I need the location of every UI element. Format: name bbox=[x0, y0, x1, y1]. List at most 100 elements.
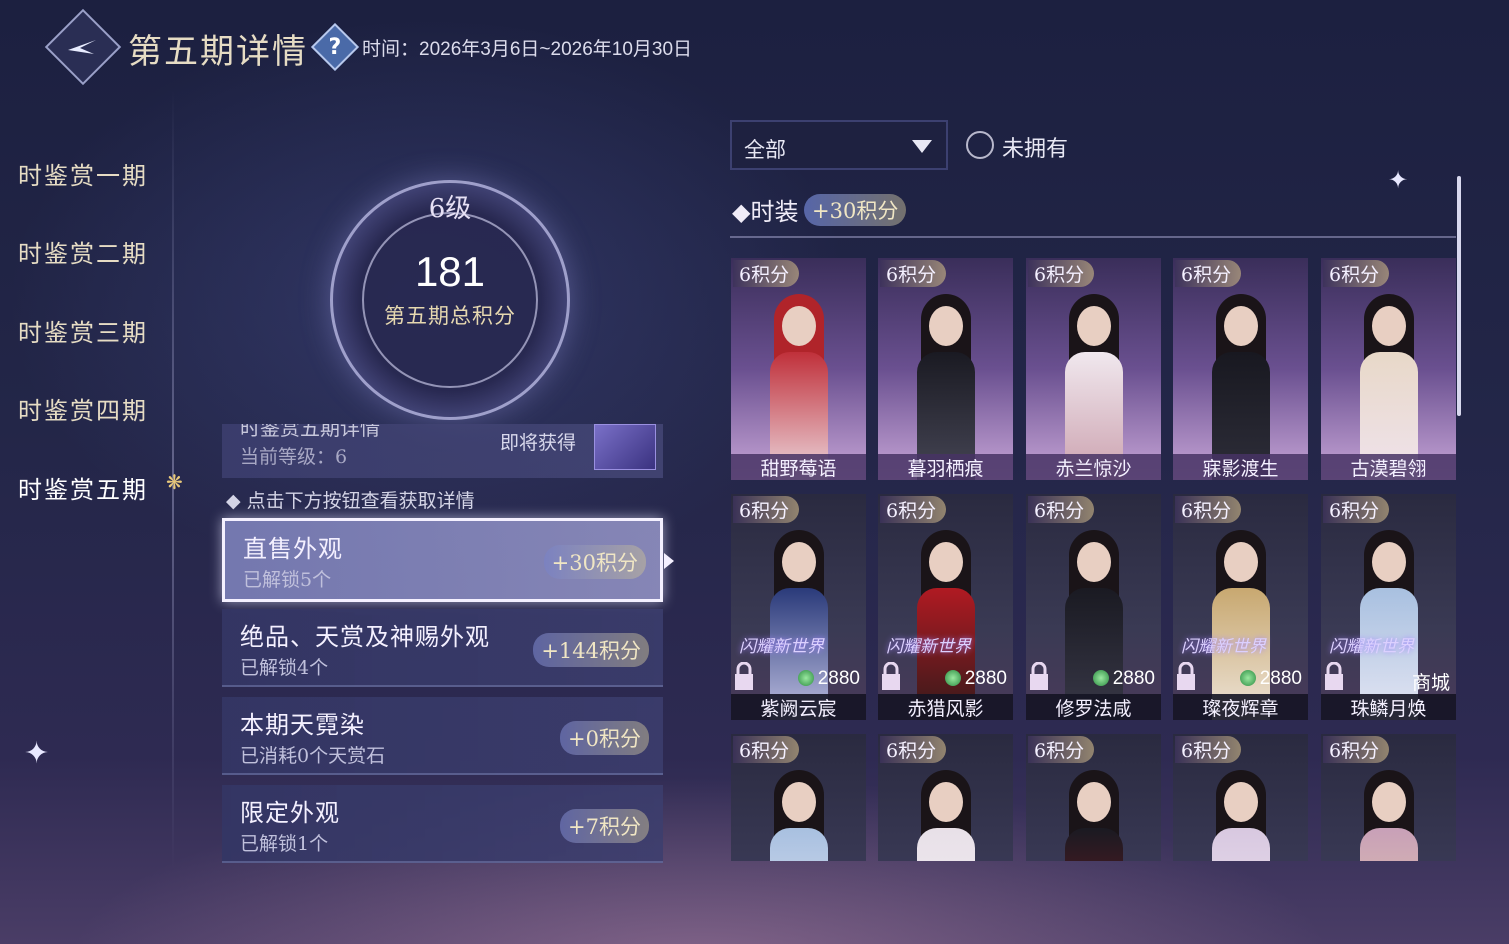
promo-label: 闪耀新世界 bbox=[886, 637, 971, 657]
level-label: 6级 bbox=[428, 194, 472, 224]
period-detail-card[interactable]: 时鉴赏五期详情 当前等级：6 即将获得 bbox=[222, 424, 663, 478]
points-badge: 6积分 bbox=[880, 736, 947, 763]
sidebar-item-period-4[interactable]: 时鉴赏四期 bbox=[18, 391, 148, 426]
outfit-name: 修罗法咸 bbox=[1026, 694, 1161, 720]
points-badge: 6积分 bbox=[733, 496, 800, 523]
outfit-name: 古漠碧翎 bbox=[1321, 454, 1456, 480]
jade-currency-icon bbox=[1092, 670, 1109, 686]
price: 商城 bbox=[1411, 673, 1450, 694]
outfit-figure bbox=[768, 768, 830, 861]
outfit-card[interactable]: 6积分 bbox=[1321, 734, 1456, 861]
lock-icon bbox=[1177, 662, 1195, 690]
selected-arrow-icon bbox=[664, 553, 674, 569]
promo-label: 闪耀新世界 bbox=[1329, 637, 1414, 657]
sidebar-item-period-2[interactable]: 时鉴赏二期 bbox=[18, 234, 148, 269]
outfit-figure bbox=[768, 292, 830, 480]
outfit-figure bbox=[1358, 768, 1420, 861]
outfit-card[interactable]: 6积分 暮羽栖痕 bbox=[878, 258, 1013, 480]
sidebar-item-period-5[interactable]: 时鉴赏五期 bbox=[18, 470, 148, 505]
current-level: 当前等级：6 bbox=[240, 446, 348, 468]
category-limited[interactable]: 限定外观 已解锁1个 +7积分 bbox=[222, 785, 663, 863]
help-icon[interactable]: ? bbox=[310, 22, 360, 72]
price: 2880 bbox=[1239, 668, 1302, 690]
outfit-card[interactable]: 6积分 赤兰惊沙 bbox=[1026, 258, 1161, 480]
category-points: +7积分 bbox=[560, 809, 649, 843]
points-badge: 6积分 bbox=[1028, 260, 1095, 287]
category-dye[interactable]: 本期天霓染 已消耗0个天赏石 +0积分 bbox=[222, 697, 663, 775]
upcoming-label: 即将获得 bbox=[500, 432, 577, 454]
promo-label: 闪耀新世界 bbox=[1181, 637, 1266, 657]
category-direct-sale[interactable]: 直售外观 已解锁5个 +30积分 bbox=[222, 518, 663, 602]
outfit-name: 紫阙云宸 bbox=[731, 694, 866, 720]
points-badge: 6积分 bbox=[1175, 736, 1242, 763]
outfit-card[interactable]: 6积分 bbox=[878, 734, 1013, 861]
total-points-label: 第五期总积分 bbox=[384, 304, 516, 328]
points-badge: 6积分 bbox=[1323, 736, 1390, 763]
outfit-card[interactable]: 6积分 bbox=[1026, 734, 1161, 861]
outfit-figure bbox=[1358, 292, 1420, 480]
outfit-card[interactable]: 6积分 古漠碧翎 bbox=[1321, 258, 1456, 480]
points-badge: 6积分 bbox=[1323, 496, 1390, 523]
points-badge: 6积分 bbox=[880, 260, 947, 287]
reward-thumbnail[interactable] bbox=[594, 424, 656, 470]
outfit-name: 珠鳞月焕 bbox=[1321, 694, 1456, 720]
lock-icon bbox=[882, 662, 900, 690]
outfit-card[interactable]: 6积分 闪耀新世界 商城 珠鳞月焕 bbox=[1321, 494, 1456, 720]
filter-selected: 全部 bbox=[744, 138, 786, 162]
outfit-figure bbox=[1358, 528, 1420, 720]
chevron-down-icon bbox=[912, 140, 932, 153]
lock-icon bbox=[1325, 662, 1343, 690]
sidebar-item-period-1[interactable]: 时鉴赏一期 bbox=[18, 156, 148, 191]
outfit-card[interactable]: 6积分 甜野莓语 bbox=[731, 258, 866, 480]
category-title: 限定外观 bbox=[240, 799, 340, 827]
total-points: 181 bbox=[414, 248, 486, 295]
category-title: 本期天霓染 bbox=[240, 711, 365, 739]
jade-currency-icon bbox=[944, 670, 961, 686]
category-sub: 已解锁4个 bbox=[240, 657, 329, 679]
points-badge: 6积分 bbox=[1028, 496, 1095, 523]
category-points: +0积分 bbox=[560, 721, 649, 755]
outfit-card[interactable]: 6积分 闪耀新世界 2880 璨夜辉章 bbox=[1173, 494, 1308, 720]
outfit-card[interactable]: 6积分 寐影渡生 bbox=[1173, 258, 1308, 480]
category-points: +30积分 bbox=[543, 545, 646, 579]
period-time: 时间：2026年3月6日~2026年10月30日 bbox=[362, 39, 693, 60]
points-badge: 6积分 bbox=[1028, 736, 1095, 763]
unowned-radio[interactable] bbox=[966, 131, 994, 159]
detail-title: 时鉴赏五期详情 bbox=[240, 424, 380, 440]
points-badge: 6积分 bbox=[880, 496, 947, 523]
category-title: 绝品、天赏及神赐外观 bbox=[240, 623, 490, 651]
outfit-card[interactable]: 6积分 bbox=[731, 734, 866, 861]
filter-dropdown[interactable]: 全部 bbox=[730, 120, 948, 170]
category-points: +144积分 bbox=[533, 633, 649, 667]
outfit-name: 赤兰惊沙 bbox=[1026, 454, 1161, 480]
hint-text: ◆ 点击下方按钮查看获取详情 bbox=[226, 490, 475, 512]
outfit-name: 寐影渡生 bbox=[1173, 454, 1308, 480]
jade-currency-icon bbox=[1239, 670, 1256, 686]
outfit-card[interactable]: 6积分 闪耀新世界 2880 紫阙云宸 bbox=[731, 494, 866, 720]
outfit-name: 甜野莓语 bbox=[731, 454, 866, 480]
category-sub: 已解锁1个 bbox=[240, 833, 329, 855]
sidebar-item-period-3[interactable]: 时鉴赏三期 bbox=[18, 313, 148, 348]
points-badge: 6积分 bbox=[733, 260, 800, 287]
category-sub: 已消耗0个天赏石 bbox=[240, 745, 386, 767]
outfit-figure bbox=[1210, 768, 1272, 861]
sparkle-icon: ✦ bbox=[24, 736, 50, 771]
price: 2880 bbox=[1092, 668, 1155, 690]
price: 2880 bbox=[797, 668, 860, 690]
lock-icon bbox=[735, 662, 753, 690]
sparkle-icon: ✦ bbox=[1388, 166, 1409, 194]
outfit-name: 赤猎风影 bbox=[878, 694, 1013, 720]
section-points: +30积分 bbox=[804, 194, 907, 226]
unowned-label[interactable]: 未拥有 bbox=[1002, 131, 1068, 163]
back-button[interactable] bbox=[44, 8, 122, 86]
points-badge: 6积分 bbox=[733, 736, 800, 763]
section-divider bbox=[730, 236, 1456, 238]
points-badge: 6积分 bbox=[1175, 260, 1242, 287]
outfit-card[interactable]: 6积分 闪耀新世界 2880 赤猎风影 bbox=[878, 494, 1013, 720]
outfit-card[interactable]: 6积分 2880 修罗法咸 bbox=[1026, 494, 1161, 720]
outfit-figure bbox=[915, 292, 977, 480]
page-title: 第五期详情 bbox=[128, 32, 308, 72]
outfit-card[interactable]: 6积分 bbox=[1173, 734, 1308, 861]
category-premium[interactable]: 绝品、天赏及神赐外观 已解锁4个 +144积分 bbox=[222, 609, 663, 687]
jade-currency-icon bbox=[797, 670, 814, 686]
